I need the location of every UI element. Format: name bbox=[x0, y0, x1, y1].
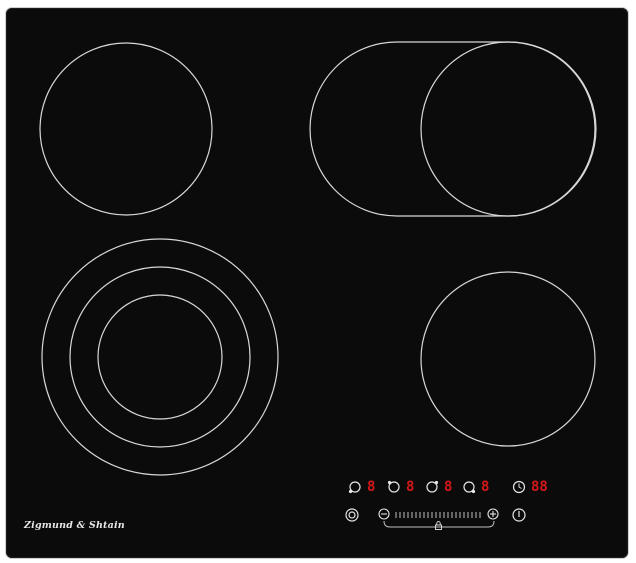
lock-icon[interactable] bbox=[435, 521, 442, 530]
zone-power-display: 8 bbox=[367, 479, 376, 495]
zone-select-icon[interactable] bbox=[387, 480, 400, 493]
zone-power-display: 8 bbox=[444, 479, 453, 495]
zone-select-icon[interactable] bbox=[463, 481, 476, 494]
brand-logo: Zigmund & Shtain bbox=[24, 520, 125, 531]
zone-power-display: 8 bbox=[481, 479, 490, 495]
dual-ring-icon[interactable] bbox=[345, 508, 359, 522]
zone-select-icon[interactable] bbox=[348, 481, 361, 494]
plus-icon[interactable] bbox=[487, 508, 499, 520]
zone-rear-left[interactable] bbox=[39, 42, 213, 216]
zone-front-left-triple[interactable] bbox=[41, 238, 279, 476]
slider-ticks bbox=[395, 512, 481, 518]
zone-front-right[interactable] bbox=[420, 271, 596, 447]
zone-rear-right-oval[interactable] bbox=[309, 41, 597, 217]
timer-display: 88 bbox=[531, 479, 548, 495]
power-icon[interactable] bbox=[512, 508, 526, 522]
clock-icon[interactable] bbox=[512, 480, 526, 494]
zone-select-icon[interactable] bbox=[426, 480, 439, 493]
zone-power-display: 8 bbox=[406, 479, 415, 495]
minus-icon[interactable] bbox=[378, 508, 390, 520]
